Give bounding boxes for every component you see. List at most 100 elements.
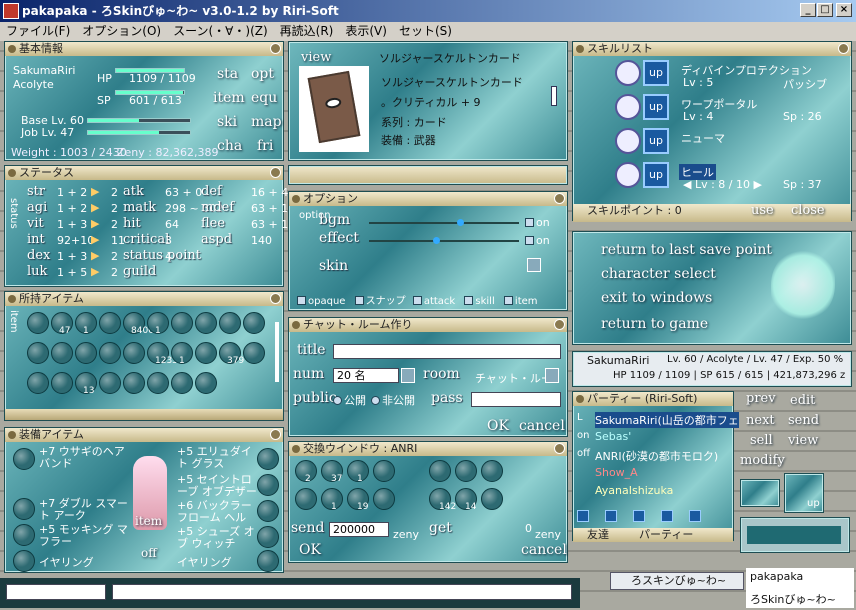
stat-up-arrow-icon[interactable]: ▶ — [91, 233, 99, 246]
map-button[interactable]: map — [251, 114, 282, 130]
item-checkbox[interactable]: item — [503, 296, 538, 307]
chat-button[interactable]: cha — [217, 138, 242, 154]
skill-up-button[interactable]: up — [643, 162, 669, 188]
close-button[interactable]: × — [836, 3, 852, 17]
close-icon[interactable] — [270, 167, 281, 178]
inventory-item-icon[interactable] — [123, 342, 145, 364]
stat-up-arrow-icon[interactable]: ▶ — [91, 185, 99, 198]
num-input[interactable]: 20 名 — [333, 368, 399, 383]
skill-up-button[interactable]: up — [643, 60, 669, 86]
menu-soon[interactable]: スーン(・∀・)(Z) — [167, 22, 274, 41]
party-titlebar[interactable]: パーティー (Riri-Soft) — [573, 392, 733, 406]
shield-slot-icon[interactable] — [257, 500, 279, 522]
menu-option[interactable]: オプション(O) — [76, 22, 167, 41]
num-dropdown[interactable] — [401, 368, 415, 383]
tab-strip[interactable] — [288, 165, 568, 185]
effect-on-checkbox[interactable]: on — [525, 234, 550, 247]
send-button[interactable]: send — [788, 413, 819, 428]
chat-input[interactable] — [112, 584, 572, 600]
pass-input[interactable] — [471, 392, 561, 407]
menu-view[interactable]: 表示(V) — [339, 22, 393, 41]
close-icon[interactable] — [270, 429, 281, 440]
view-button[interactable]: view — [788, 433, 818, 448]
return-game-button[interactable]: return to game — [601, 316, 708, 332]
option-button[interactable]: opt — [251, 66, 274, 82]
inventory-item-icon[interactable] — [27, 342, 49, 364]
eyewear-slot-icon[interactable] — [257, 448, 279, 470]
close-icon[interactable] — [838, 43, 849, 54]
trade-item-icon[interactable] — [455, 460, 477, 482]
party-search-icon[interactable] — [661, 510, 673, 522]
public-radio[interactable]: 公開 — [333, 392, 366, 408]
party-member-name[interactable]: SakumaRiri(山岳の都市フェ — [595, 412, 739, 428]
trade-titlebar[interactable]: 交換ウインドウ : ANRI — [289, 442, 567, 456]
items-scrollbar[interactable] — [275, 322, 279, 382]
menu-file[interactable]: ファイル(F) — [0, 22, 76, 41]
trade-item-icon[interactable] — [481, 488, 503, 510]
option-titlebar[interactable]: オプション — [289, 192, 567, 206]
status-titlebar[interactable]: ステータス — [5, 166, 283, 180]
equip-off-button[interactable]: off — [141, 546, 157, 560]
chat-cancel-button[interactable]: cancel — [519, 418, 565, 434]
next-button[interactable]: next — [746, 413, 775, 428]
tab-party[interactable]: パーティー — [639, 528, 693, 542]
bgm-on-checkbox[interactable]: on — [525, 216, 550, 229]
inventory-item-icon[interactable] — [99, 312, 121, 334]
trade-item-icon[interactable] — [373, 488, 395, 510]
opaque-checkbox[interactable]: opaque — [297, 296, 345, 307]
minimize-button[interactable]: _ — [800, 3, 816, 17]
items-titlebar[interactable]: 所持アイテム — [5, 292, 283, 306]
trade-item-icon[interactable] — [373, 460, 395, 482]
chat-ok-button[interactable]: OK — [487, 418, 509, 434]
room-type-select[interactable]: チャット・ルー — [475, 370, 552, 386]
trade-item-icon[interactable] — [481, 460, 503, 482]
room-dropdown[interactable] — [545, 368, 559, 383]
party-member-name[interactable]: AyanaIshizuka — [595, 484, 673, 497]
chat-title-input[interactable] — [333, 344, 561, 359]
party-add-icon[interactable] — [577, 510, 589, 522]
close-icon[interactable] — [554, 443, 565, 454]
private-radio[interactable]: 非公開 — [371, 392, 415, 408]
attack-checkbox[interactable]: attack — [412, 296, 455, 307]
trade-ok-button[interactable]: OK — [299, 542, 321, 558]
skin-dropdown[interactable] — [527, 258, 541, 272]
equip-item-button[interactable]: item — [135, 514, 162, 528]
inventory-item-icon[interactable] — [51, 342, 73, 364]
tab-friends[interactable]: 友達 — [587, 528, 609, 541]
skill-up-button[interactable]: up — [643, 128, 669, 154]
inventory-item-icon[interactable] — [195, 372, 217, 394]
inventory-item-icon[interactable] — [27, 312, 49, 334]
basic-info-titlebar[interactable]: 基本情報 — [5, 42, 283, 56]
skill-checkbox[interactable]: skill — [464, 296, 495, 307]
accessory-right-slot-icon[interactable] — [257, 550, 279, 572]
party-member-name[interactable]: Sebas' — [595, 430, 631, 443]
bgm-slider[interactable] — [369, 219, 519, 226]
trade-item-icon[interactable] — [429, 460, 451, 482]
snap-checkbox[interactable]: スナップ — [354, 296, 406, 307]
accessory-slot-icon[interactable] — [13, 550, 35, 572]
send-zeny-input[interactable]: 200000 — [329, 522, 389, 537]
effect-slider[interactable] — [369, 237, 519, 244]
party-help-icon[interactable] — [633, 510, 645, 522]
inventory-item-icon[interactable] — [51, 372, 73, 394]
maximize-button[interactable]: □ — [817, 3, 833, 17]
inventory-item-icon[interactable] — [75, 342, 97, 364]
party-member-name[interactable]: Show_A — [595, 466, 638, 479]
item-button[interactable]: item — [213, 90, 245, 106]
empty-slot[interactable] — [740, 479, 780, 507]
edit-button[interactable]: edit — [790, 393, 815, 408]
stat-up-arrow-icon[interactable]: ▶ — [91, 249, 99, 262]
party-member-name[interactable]: ANRI(砂漠の都市モロク) — [595, 448, 718, 464]
close-icon[interactable] — [554, 193, 565, 204]
whisper-input[interactable] — [6, 584, 106, 600]
inventory-item-icon[interactable] — [195, 342, 217, 364]
skill-use-button[interactable]: use — [751, 204, 774, 218]
inventory-item-icon[interactable] — [195, 312, 217, 334]
skill-up-button[interactable]: up — [643, 94, 669, 120]
inventory-item-icon[interactable] — [243, 342, 265, 364]
prev-button[interactable]: prev — [746, 391, 776, 406]
stat-up-arrow-icon[interactable]: ▶ — [91, 217, 99, 230]
exit-windows-button[interactable]: exit to windows — [601, 290, 712, 306]
close-icon[interactable] — [554, 319, 565, 330]
skill-button[interactable]: ski — [217, 114, 237, 130]
